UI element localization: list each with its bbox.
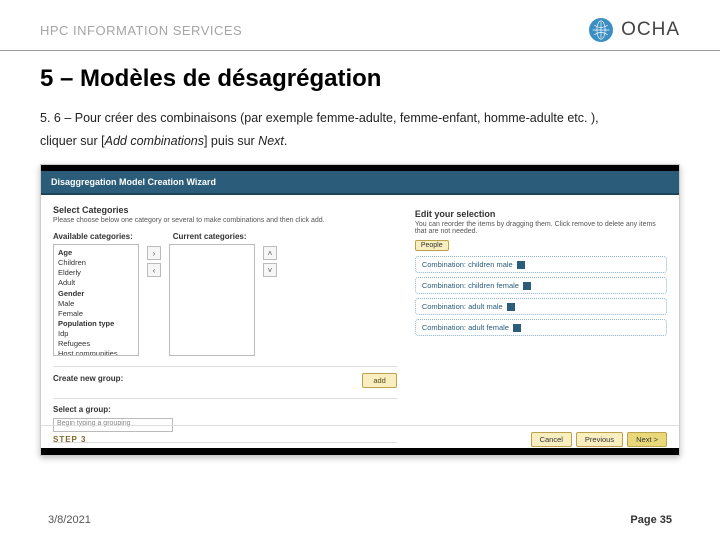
header-brand: OCHA <box>589 18 680 42</box>
remove-icon[interactable] <box>513 324 521 332</box>
move-left-button[interactable]: ‹ <box>147 263 161 277</box>
edit-selection-sub: You can reorder the items by dragging th… <box>415 221 667 235</box>
instruction-text: 5. 6 – Pour créer des combinaisons (par … <box>0 103 720 156</box>
remove-icon[interactable] <box>517 261 525 269</box>
move-up-button[interactable]: ˄ <box>263 246 277 260</box>
current-label: Current categories: <box>173 232 247 241</box>
wizard-title: Disaggregation Model Creation Wizard <box>41 171 679 195</box>
remove-icon[interactable] <box>523 282 531 290</box>
next-button[interactable]: Next > <box>627 432 667 447</box>
remove-icon[interactable] <box>507 303 515 311</box>
current-listbox[interactable] <box>169 244 255 356</box>
footer-page: Page 35 <box>630 514 672 526</box>
move-down-button[interactable]: ˅ <box>263 263 277 277</box>
create-group-label: Create new group: <box>53 374 123 383</box>
wizard-screenshot: Disaggregation Model Creation Wizard Sel… <box>40 164 680 456</box>
footer-date: 3/8/2021 <box>48 514 91 526</box>
ocha-globe-icon <box>589 18 613 42</box>
available-label: Available categories: <box>53 232 133 241</box>
section-title: 5 – Modèles de désagrégation <box>0 51 720 103</box>
combo-item[interactable]: Combination: adult female <box>415 319 667 336</box>
select-group-label: Select a group: <box>53 405 397 414</box>
available-listbox[interactable]: Age Children Elderly Adult Gender Male F… <box>53 244 139 356</box>
select-categories-sub: Please choose below one category or seve… <box>53 217 397 224</box>
header-service: HPC INFORMATION SERVICES <box>40 23 242 38</box>
combo-item[interactable]: Combination: children male <box>415 256 667 273</box>
people-pill[interactable]: People <box>415 240 449 251</box>
step-label: STEP 3 <box>53 435 86 444</box>
cancel-button[interactable]: Cancel <box>531 432 572 447</box>
add-group-button[interactable]: add <box>362 373 397 388</box>
move-right-button[interactable]: › <box>147 246 161 260</box>
combo-item[interactable]: Combination: adult male <box>415 298 667 315</box>
edit-selection-heading: Edit your selection <box>415 209 667 219</box>
ocha-text: OCHA <box>621 19 680 41</box>
select-categories-heading: Select Categories <box>53 205 397 215</box>
previous-button[interactable]: Previous <box>576 432 623 447</box>
combo-item[interactable]: Combination: children female <box>415 277 667 294</box>
